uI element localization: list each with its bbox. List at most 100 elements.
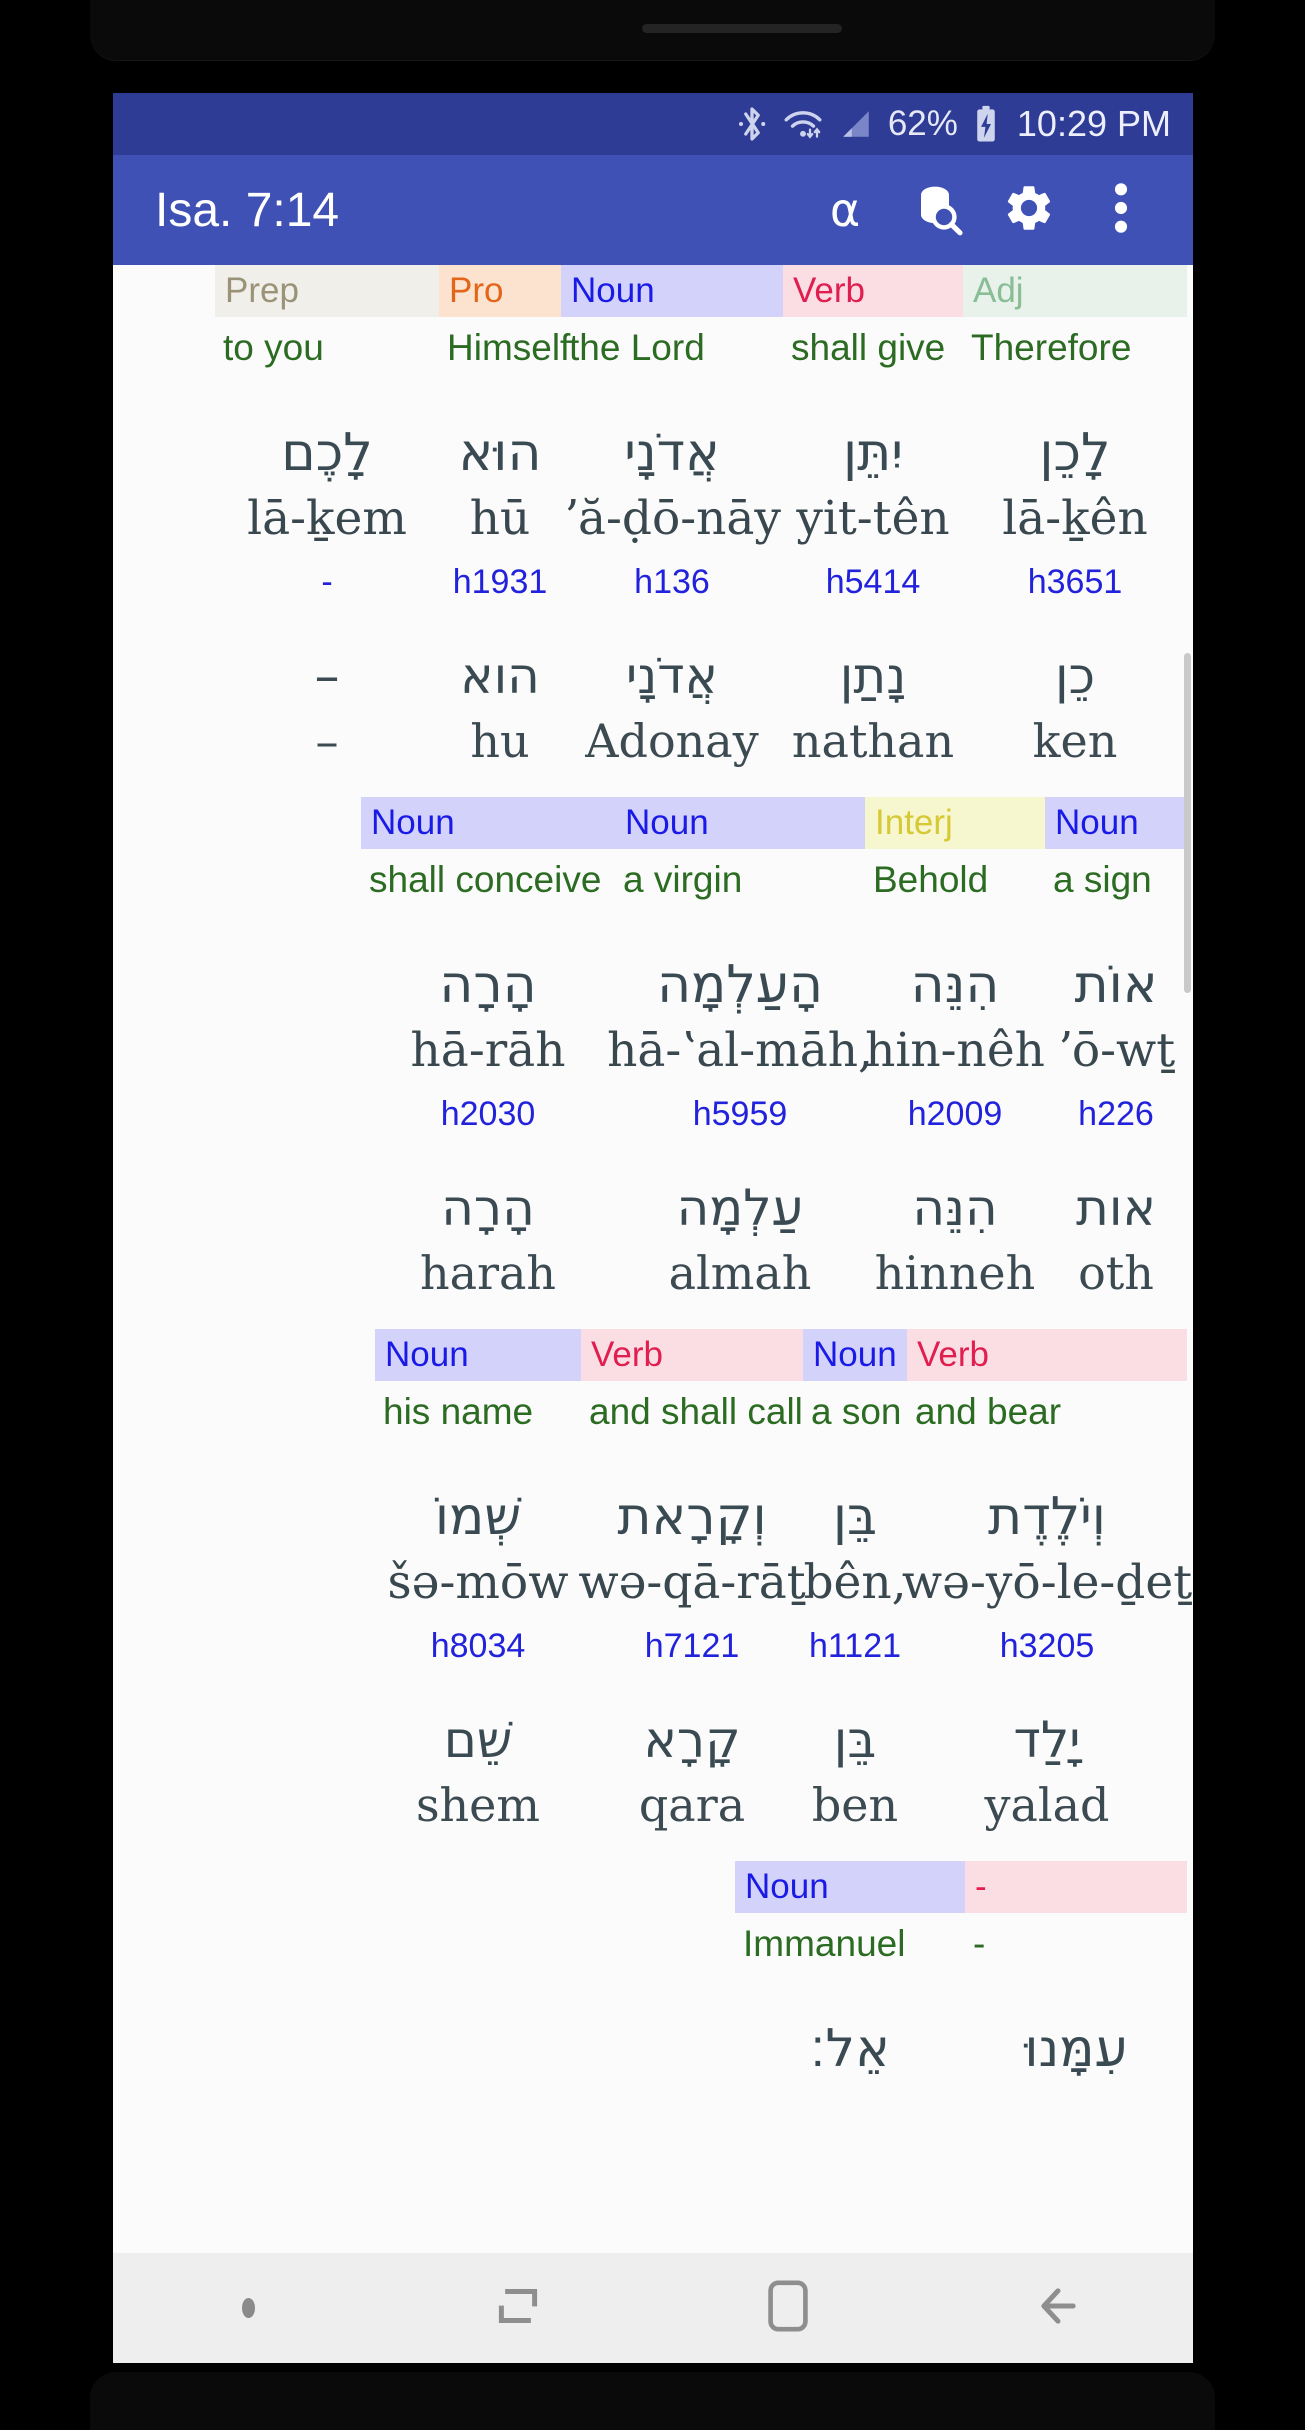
gloss-label[interactable]: shall give [783,317,963,379]
gloss-label[interactable]: shall conceive [361,849,615,911]
gloss-label[interactable]: Himself [439,317,570,379]
lemma-hebrew-word[interactable]: עַלְמָה [615,1143,865,1237]
lemma-hebrew-word[interactable]: אות [1045,1143,1187,1237]
part-of-speech-tag[interactable]: Noun [375,1329,581,1381]
transliteration-row [113,2079,1193,2149]
part-of-speech-tag[interactable]: Pro [439,265,561,317]
strongs-number-link[interactable]: h226 [1045,1085,1187,1143]
transliteration-label: ʼă-ḍō-nāy [563,490,781,546]
lemma-hebrew-word[interactable]: – [215,611,439,705]
home-icon [764,2277,812,2340]
gloss-label[interactable]: Therefore [963,317,1187,379]
settings-button[interactable] [983,164,1075,256]
recents-button[interactable] [383,2253,653,2363]
strongs-number-link[interactable]: h2030 [361,1085,615,1143]
part-of-speech-tag[interactable]: Verb [907,1329,1187,1381]
part-of-speech-tag[interactable]: Noun [561,265,783,317]
hebrew-word[interactable]: וְקָרָאת [581,1443,803,1547]
gloss-label[interactable]: Immanuel [735,1913,965,1975]
lexicon-search-button[interactable] [891,164,983,256]
hebrew-word[interactable]: לָכֵן [963,379,1187,483]
hebrew-word[interactable]: וְיֹלֶדֶת [907,1443,1187,1547]
hebrew-word[interactable]: עִמָּנוּ [965,1975,1187,2079]
part-of-speech-tag[interactable]: - [965,1861,1187,1913]
part-of-speech-tag[interactable]: Verb [581,1329,803,1381]
transliteration-row: wə-yō-le-ḏeṯ bên, wə-qā-rāṯ šə-mōw [113,1547,1193,1617]
strongs-number-link[interactable]: h3205 [907,1617,1187,1675]
lemma-hebrew-word[interactable]: אֲדֹנָי [561,611,783,705]
hebrew-word[interactable]: הוּא [439,379,561,483]
home-button[interactable] [653,2253,923,2363]
interlinear-pane[interactable]: Adj Verb Noun Pro Prep Therefore shall give the… [113,265,1193,2205]
hebrew-word[interactable]: יִתֵּן [783,379,963,483]
part-of-speech-tag[interactable]: Noun [361,797,615,849]
gloss-label[interactable]: a sign [1045,849,1187,911]
lemma-hebrew-word[interactable]: בֵּן [803,1675,907,1769]
transliteration-row: lā-ḵên yit-tên ʼă-ḍō-nāy hū lā-ḵem [113,483,1193,553]
hebrew-word[interactable]: לָכֶם [215,379,439,483]
hebrew-word[interactable]: הָעַלְמָה [615,911,865,1015]
hebrew-word[interactable]: בֵּן [803,1443,907,1547]
hebrew-word[interactable]: שְׁמוֹ [375,1443,581,1547]
transliteration-label [735,2079,965,2149]
part-of-speech-tag[interactable]: Adj [963,265,1187,317]
part-of-speech-row: Adj Verb Noun Pro Prep [113,265,1193,317]
part-of-speech-label: Noun [385,1335,469,1374]
gloss-label[interactable]: and shall call [581,1381,803,1443]
strongs-number-link[interactable]: h7121 [581,1617,803,1675]
strongs-number-link[interactable]: h1121 [803,1617,907,1675]
lemma-hebrew-word[interactable]: יָלַד [907,1675,1187,1769]
strongs-number-link[interactable]: h3651 [963,553,1187,611]
lemma-hebrew-word[interactable]: נָתַן [783,611,963,705]
lemma-transliteration-label: almah [668,1246,812,1300]
part-of-speech-tag[interactable]: Prep [215,265,439,317]
gloss-label[interactable]: and bear [907,1381,1187,1443]
part-of-speech-tag[interactable]: Noun [803,1329,907,1381]
lemma-hebrew-word[interactable]: כֵן [963,611,1187,705]
cellular-signal-icon [839,107,873,141]
part-of-speech-tag[interactable]: Verb [783,265,963,317]
strongs-number-link[interactable]: h136 [561,553,783,611]
gloss-label[interactable]: his name [375,1381,581,1443]
hebrew-word[interactable]: הָרָה [361,911,615,1015]
gloss-label[interactable]: a son [803,1381,907,1443]
strongs-number-link[interactable]: h5959 [615,1085,865,1143]
strongs-number-link[interactable]: h5414 [783,553,963,611]
strongs-number-link[interactable]: h8034 [375,1617,581,1675]
strongs-number-link[interactable]: - [215,553,439,611]
gloss-label[interactable]: to you [215,317,439,379]
back-button[interactable] [923,2253,1193,2363]
lemma-hebrew-word[interactable]: הִנֵּה [865,1143,1045,1237]
part-of-speech-tag[interactable]: Noun [735,1861,965,1913]
gloss-label[interactable]: Behold [865,849,1045,911]
lemma-hebrew-word[interactable]: הָרָה [361,1143,615,1237]
lemma-transliteration-label: – [315,714,339,768]
lemma-hebrew-row: כֵן נָתַן אֲדֹנָי הוא – [113,611,1193,705]
hebrew-word[interactable]: אֲדֹנָי [561,379,783,483]
gloss-label[interactable]: - [965,1913,1187,1975]
lemma-hebrew-word[interactable]: שֵׁם [375,1675,581,1769]
strongs-number-link[interactable]: h2009 [865,1085,1045,1143]
part-of-speech-label: Noun [813,1335,897,1374]
three-dots-icon [1112,180,1130,241]
page-title: Isa. 7:14 [155,183,340,237]
vertical-scrollbar[interactable] [1184,653,1191,993]
part-of-speech-tag[interactable]: Interj [865,797,1045,849]
hebrew-word[interactable]: אוֹת [1045,911,1187,1015]
lemma-transliteration-label: nathan [791,714,955,768]
part-of-speech-tag[interactable]: Noun [1045,797,1187,849]
overflow-menu-button[interactable] [1075,164,1167,256]
interlinear-block: Noun Interj Noun Noun a sign Behold a virgin sh… [113,797,1193,1309]
alpha-toggle-button[interactable]: α [799,164,891,256]
gloss-label[interactable]: a virgin [615,849,865,911]
lemma-transliteration-label: Adonay [585,714,759,768]
gloss-label[interactable]: the Lord [561,317,783,379]
phone-screen: 62% 10:29 PM Isa. 7:14 α Adj Verb Noun P… [113,93,1193,2363]
hebrew-word[interactable]: אֵל׃ [735,1975,965,2079]
notification-dot-indicator [113,2253,383,2363]
strongs-number-link[interactable]: h1931 [439,553,561,611]
part-of-speech-tag[interactable]: Noun [615,797,865,849]
lemma-hebrew-word[interactable]: קָרָא [581,1675,803,1769]
hebrew-word[interactable]: הִנֵּה [865,911,1045,1015]
lemma-hebrew-word[interactable]: הוא [439,611,561,705]
